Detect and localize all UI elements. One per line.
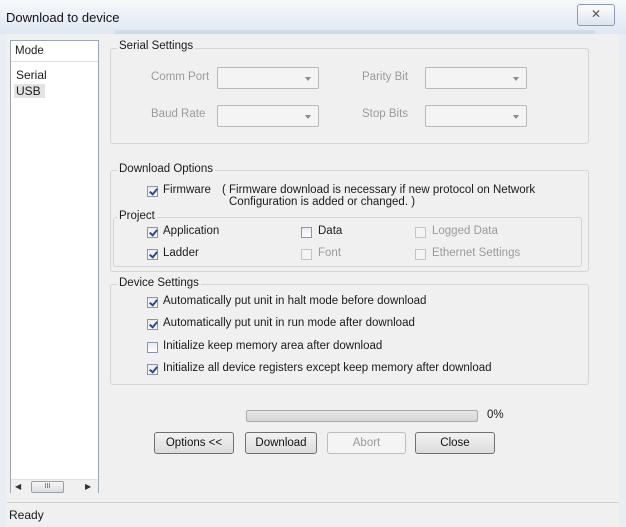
- comm-port-select[interactable]: [217, 67, 319, 89]
- run-mode-checkbox[interactable]: [147, 319, 158, 330]
- device-settings-title: Device Settings: [117, 277, 201, 289]
- mode-header-label: Mode: [15, 45, 44, 57]
- keep-memory-label: Initialize keep memory area after downlo…: [163, 340, 383, 352]
- application-checkbox[interactable]: [147, 227, 158, 238]
- baud-rate-label: Baud Rate: [151, 108, 206, 120]
- scroll-right-icon[interactable]: ▶: [85, 480, 91, 493]
- download-button[interactable]: Download: [245, 432, 317, 454]
- serial-settings-title: Serial Settings: [117, 40, 196, 52]
- ethernet-settings-checkbox[interactable]: [415, 249, 426, 260]
- halt-mode-checkbox[interactable]: [147, 297, 158, 308]
- close-button[interactable]: Close: [415, 432, 495, 454]
- parity-bit-label: Parity Bit: [362, 71, 409, 83]
- logged-data-checkbox[interactable]: [415, 227, 426, 238]
- ladder-checkbox[interactable]: [147, 249, 158, 260]
- chevron-down-icon: [305, 77, 311, 81]
- scroll-thumb[interactable]: III: [31, 481, 64, 493]
- font-checkbox[interactable]: [301, 249, 312, 260]
- status-text: Ready: [9, 508, 44, 522]
- stop-bits-label: Stop Bits: [362, 108, 409, 120]
- application-label: Application: [163, 225, 220, 237]
- data-checkbox[interactable]: [301, 227, 312, 238]
- download-options-title: Download Options: [117, 163, 215, 175]
- scroll-left-icon[interactable]: ◀: [15, 480, 21, 493]
- download-progress-bar: [246, 410, 478, 422]
- chevron-down-icon: [305, 115, 311, 119]
- firmware-note-line2: Configuration is added or changed. ): [229, 196, 416, 208]
- data-label: Data: [318, 225, 343, 237]
- mode-item-label: USB: [16, 84, 41, 98]
- close-icon[interactable]: ✕: [577, 4, 615, 26]
- init-registers-checkbox[interactable]: [147, 364, 158, 375]
- firmware-checkbox[interactable]: [147, 186, 158, 197]
- font-label: Font: [318, 247, 342, 259]
- chevron-down-icon: [513, 77, 519, 81]
- parity-bit-select[interactable]: [425, 67, 527, 89]
- abort-button[interactable]: Abort: [327, 432, 406, 454]
- logged-data-label: Logged Data: [432, 225, 498, 237]
- halt-mode-label: Automatically put unit in halt mode befo…: [163, 295, 427, 307]
- firmware-note-line1: ( Firmware download is necessary if new …: [222, 184, 536, 196]
- mode-list-header: Mode: [11, 41, 98, 62]
- comm-port-label: Comm Port: [151, 71, 210, 83]
- baud-rate-select[interactable]: [217, 105, 319, 127]
- ladder-label: Ladder: [163, 247, 199, 259]
- status-bar: Ready: [7, 502, 619, 526]
- horizontal-scrollbar[interactable]: ◀ III ▶: [11, 479, 98, 493]
- stop-bits-select[interactable]: [425, 105, 527, 127]
- title-bar: Download to device ✕: [0, 0, 626, 34]
- firmware-label: Firmware: [163, 184, 211, 196]
- init-registers-label: Initialize all device registers except k…: [163, 362, 492, 374]
- mode-item-label: Serial: [16, 68, 47, 82]
- mode-item-usb[interactable]: USB: [14, 84, 45, 98]
- progress-percent: 0%: [487, 409, 504, 421]
- options-button[interactable]: Options <<: [154, 432, 234, 454]
- mode-list[interactable]: Mode Serial USB ◀ III ▶: [10, 40, 99, 493]
- chevron-down-icon: [513, 115, 519, 119]
- window-title: Download to device: [6, 10, 120, 25]
- keep-memory-checkbox[interactable]: [147, 342, 158, 353]
- serial-settings-group: [110, 48, 589, 144]
- mode-item-serial[interactable]: Serial: [14, 68, 51, 82]
- ethernet-settings-label: Ethernet Settings: [432, 247, 521, 259]
- project-title: Project: [117, 210, 157, 222]
- run-mode-label: Automatically put unit in run mode after…: [163, 317, 415, 329]
